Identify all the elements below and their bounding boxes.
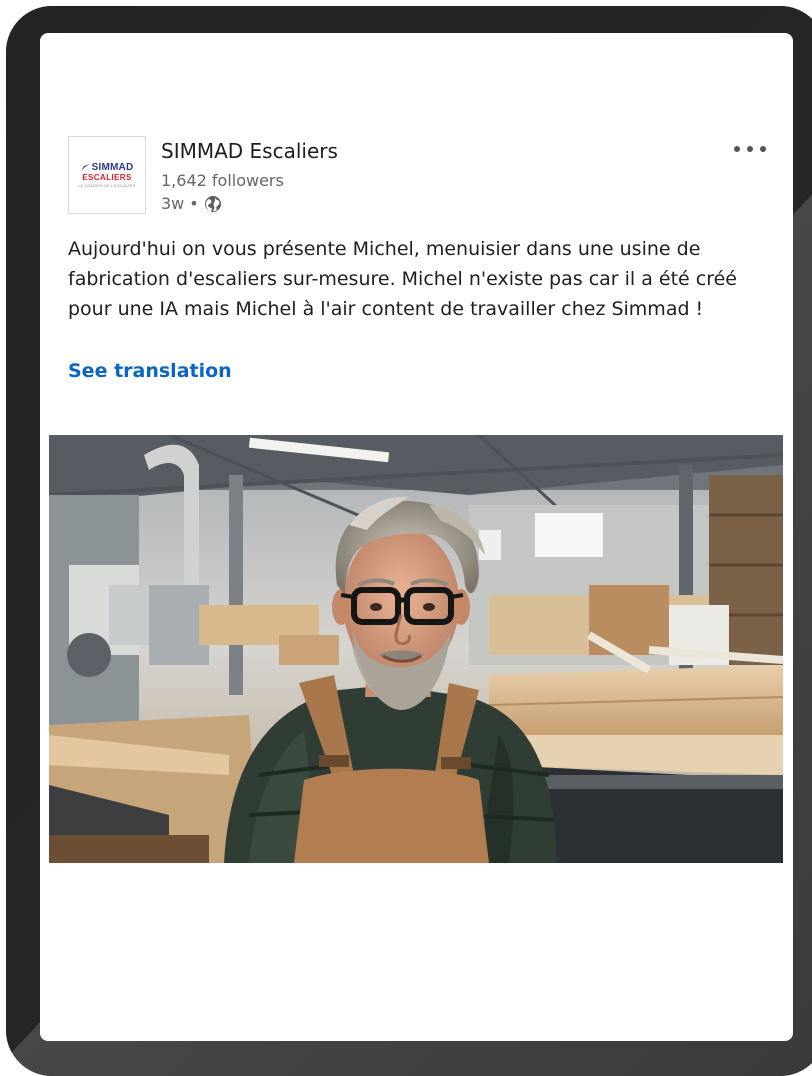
post-meta: 3w • [161,194,222,213]
post-image[interactable] [49,435,783,863]
post-header: SIMMAD ESCALIERS LE LEADER DE L'ESCALIER… [68,136,768,218]
logo-mark-icon [80,163,90,171]
more-options-icon [734,146,766,152]
carpenter-photo [49,435,783,863]
company-logo[interactable]: SIMMAD ESCALIERS LE LEADER DE L'ESCALIER [68,136,146,214]
more-options-button[interactable] [730,137,770,161]
follower-count: 1,642 followers [161,171,284,190]
globe-icon [204,195,221,212]
post-body-text: Aujourd'hui on vous présente Michel, men… [68,238,737,320]
linkedin-post-card: SIMMAD ESCALIERS LE LEADER DE L'ESCALIER… [40,33,793,1041]
logo-wordmark: SIMMAD [74,162,140,173]
logo-subtitle: ESCALIERS [82,172,132,182]
see-translation-link[interactable]: See translation [68,360,232,382]
meta-separator: • [189,194,199,213]
logo-tagline: LE LEADER DE L'ESCALIER [78,182,136,188]
company-name-link[interactable]: SIMMAD Escaliers [161,139,338,163]
post-time: 3w [161,194,185,213]
